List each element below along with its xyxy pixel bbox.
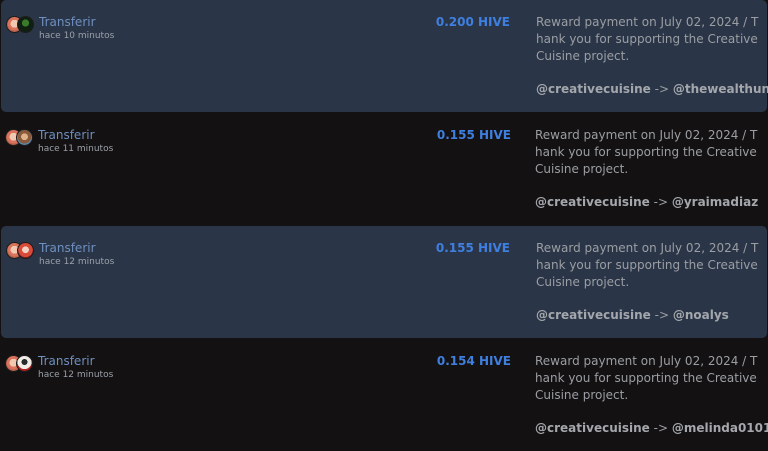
avatar-pair <box>6 16 36 36</box>
amount: 0.154 HIVE <box>436 354 511 368</box>
account-route: @creativecuisine -> @melinda010100 <box>535 421 768 435</box>
arrow-icon: -> <box>654 308 670 322</box>
to-account-link[interactable]: @melinda010100 <box>672 421 768 435</box>
recipient-avatar[interactable] <box>16 129 33 146</box>
from-account-link[interactable]: @creativecuisine <box>536 308 651 322</box>
to-account-link[interactable]: @yraimadiaz <box>672 195 758 209</box>
arrow-icon: -> <box>654 82 670 96</box>
timestamp: hace 12 minutos <box>39 257 115 267</box>
from-account-link[interactable]: @creativecuisine <box>535 195 650 209</box>
amount: 0.155 HIVE <box>435 241 510 255</box>
timestamp: hace 10 minutos <box>39 31 115 41</box>
transfer-type-link[interactable]: Transferir <box>39 241 96 255</box>
transfer-row: Transferir hace 12 minutos 0.155 HIVE Re… <box>1 226 767 338</box>
memo-text: Reward payment on July 02, 2024 / Thank … <box>536 241 759 289</box>
avatar-pair <box>5 355 35 375</box>
memo-text: Reward payment on July 02, 2024 / Thank … <box>536 15 759 63</box>
avatar-pair <box>6 242 36 262</box>
transfer-type-link[interactable]: Transferir <box>38 354 95 368</box>
to-account-link[interactable]: @noalys <box>673 308 729 322</box>
to-account-link[interactable]: @thewealthunit <box>673 82 768 96</box>
account-route: @creativecuisine -> @noalys <box>536 308 729 322</box>
from-account-link[interactable]: @creativecuisine <box>535 421 650 435</box>
avatar-pair <box>5 129 35 149</box>
transfer-row: Transferir hace 10 minutos 0.200 HIVE Re… <box>1 0 768 112</box>
transfer-type-link[interactable]: Transferir <box>38 128 95 142</box>
account-route: @creativecuisine -> @thewealthunit <box>536 82 768 96</box>
recipient-avatar[interactable] <box>16 355 33 372</box>
transfer-history-list: Transferir hace 10 minutos 0.200 HIVE Re… <box>0 0 768 451</box>
transfer-type-link[interactable]: Transferir <box>39 15 96 29</box>
amount: 0.200 HIVE <box>435 15 510 29</box>
from-account-link[interactable]: @creativecuisine <box>536 82 651 96</box>
memo-text: Reward payment on July 02, 2024 / Thank … <box>535 128 758 176</box>
account-route: @creativecuisine -> @yraimadiaz <box>535 195 758 209</box>
arrow-icon: -> <box>653 421 669 435</box>
transfer-row: Transferir hace 12 minutos 0.154 HIVE Re… <box>0 339 768 451</box>
timestamp: hace 12 minutos <box>38 370 114 380</box>
timestamp: hace 11 minutos <box>38 144 114 154</box>
recipient-avatar[interactable] <box>17 16 34 33</box>
transfer-row: Transferir hace 11 minutos 0.155 HIVE Re… <box>0 113 768 225</box>
arrow-icon: -> <box>653 195 669 209</box>
memo-text: Reward payment on July 02, 2024 / Thank … <box>535 354 758 402</box>
recipient-avatar[interactable] <box>17 242 34 259</box>
amount: 0.155 HIVE <box>436 128 511 142</box>
